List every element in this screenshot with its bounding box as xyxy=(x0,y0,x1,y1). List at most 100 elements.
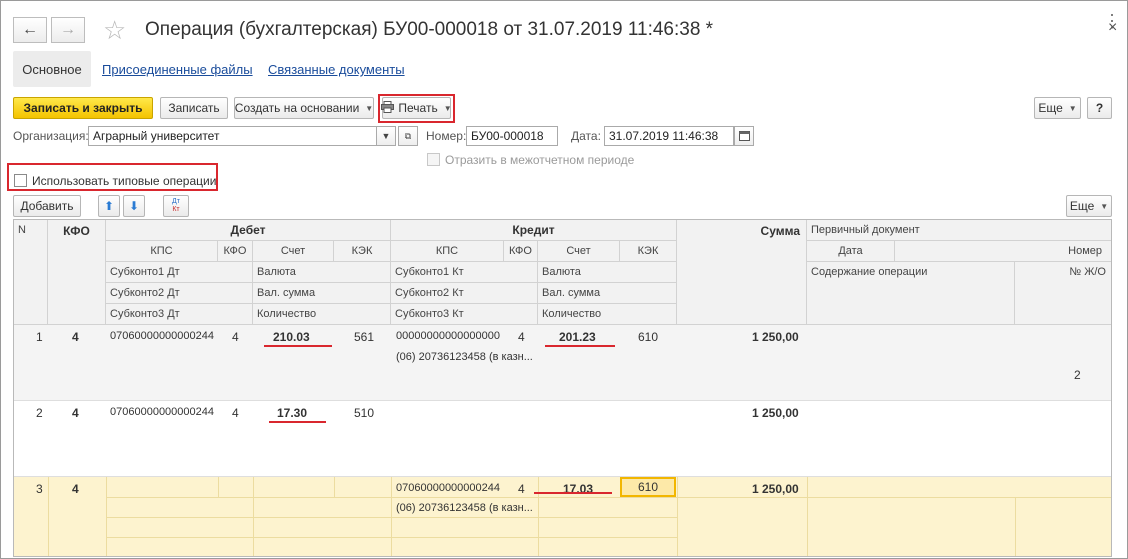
row2-n: 2 xyxy=(36,406,43,420)
row2-dt-kfo: 4 xyxy=(232,406,239,420)
row1-n: 1 xyxy=(36,330,43,344)
add-row-button[interactable]: Добавить xyxy=(13,195,81,217)
row1-kt-kek: 610 xyxy=(638,330,659,344)
row3-n: 3 xyxy=(36,482,43,496)
calendar-button[interactable] xyxy=(734,126,754,146)
grid-line xyxy=(1015,497,1016,556)
header-kt-kek: КЭК xyxy=(620,241,677,262)
arrow-up-icon: ⬆ xyxy=(103,199,115,213)
chevron-down-icon: ▼ xyxy=(381,131,391,141)
date-label: Дата: xyxy=(571,129,601,143)
row1-kfo: 4 xyxy=(72,330,79,344)
table-more-button[interactable]: Еще ▼ xyxy=(1066,195,1112,217)
create-based-on-button[interactable]: Создать на основании ▼ xyxy=(234,97,374,119)
header-kt-quantity: Количество xyxy=(538,304,677,325)
print-button[interactable]: Печать ▼ xyxy=(381,97,452,119)
swap-dt-kt-button[interactable]: Дт Кт xyxy=(163,195,189,217)
header-dt-cur-sum: Вал. сумма xyxy=(253,283,391,304)
row1-journal-no: 2 xyxy=(1074,368,1081,382)
arrow-down-icon: ⬇ xyxy=(128,199,140,213)
row1-kt-account: 201.23 xyxy=(559,330,596,344)
row2-sum: 1 250,00 xyxy=(752,406,799,420)
row2-dt-kps: 07060000000000244 xyxy=(110,406,215,418)
move-up-button[interactable]: ⬆ xyxy=(98,195,120,217)
row3-sum: 1 250,00 xyxy=(752,482,799,496)
row3-kt-kps: 07060000000000244 xyxy=(396,482,501,494)
row3-kt-kek[interactable]: 610 xyxy=(620,477,676,497)
star-icon[interactable]: ☆ xyxy=(103,16,126,44)
grid-line xyxy=(807,477,808,556)
header-n: N xyxy=(14,220,48,325)
organization-label: Организация: xyxy=(13,129,89,143)
header-dt-account: Счет xyxy=(253,241,334,262)
typical-ops-checkbox[interactable] xyxy=(14,174,27,187)
header-dt-kfo: КФО xyxy=(218,241,253,262)
row3-kfo: 4 xyxy=(72,482,79,496)
organization-field[interactable]: Аграрный университет xyxy=(88,126,377,146)
header-content: Содержание операции xyxy=(807,262,1015,325)
row2-dt-account-underline xyxy=(269,421,326,423)
header-primary-doc: Первичный документ xyxy=(807,220,1111,241)
move-down-button[interactable]: ⬇ xyxy=(123,195,145,217)
dt-label: Дт xyxy=(172,198,180,205)
interperiod-checkbox[interactable] xyxy=(427,153,440,166)
header-sum: Сумма xyxy=(677,220,807,325)
table-more-label: Еще xyxy=(1069,199,1095,213)
organization-dropdown[interactable]: ▼ xyxy=(376,126,396,146)
header-subkonto1-kt: Субконто1 Кт xyxy=(391,262,538,283)
number-label: Номер: xyxy=(426,129,467,143)
row1-kt-subkonto1: (06) 20736123458 (в казн... xyxy=(396,351,533,363)
kt-label: Кт xyxy=(172,206,180,213)
save-button[interactable]: Записать xyxy=(160,97,228,119)
row1-sum: 1 250,00 xyxy=(752,330,799,344)
header-subkonto2-kt: Субконто2 Кт xyxy=(391,283,538,304)
row1-kt-kfo: 4 xyxy=(518,330,525,344)
grid-line xyxy=(677,477,678,556)
header-dt-quantity: Количество xyxy=(253,304,391,325)
row1-dt-kfo: 4 xyxy=(232,330,239,344)
interperiod-label: Отразить в межотчетном периоде xyxy=(445,153,635,167)
row3-kt-subkonto1: (06) 20736123458 (в казн... xyxy=(396,502,533,514)
chevron-down-icon: ▼ xyxy=(365,103,374,113)
header-dt-kek: КЭК xyxy=(334,241,391,262)
forward-button[interactable]: → xyxy=(51,17,85,43)
header-dt-currency: Валюта xyxy=(253,262,391,283)
header-subkonto3-kt: Субконто3 Кт xyxy=(391,304,538,325)
header-journal-no: № Ж/О xyxy=(1015,262,1111,325)
header-kt-account: Счет xyxy=(538,241,620,262)
chevron-down-icon: ▼ xyxy=(1068,103,1077,113)
header-doc-number: Номер xyxy=(895,241,1111,262)
header-kfo: КФО xyxy=(48,220,106,325)
document-window: ← → ☆ Операция (бухгалтерская) БУ00-0000… xyxy=(0,0,1128,559)
save-and-close-button[interactable]: Записать и закрыть xyxy=(13,97,153,119)
grid-line xyxy=(106,497,1111,498)
row2-kfo: 4 xyxy=(72,406,79,420)
close-icon[interactable]: × xyxy=(1108,19,1117,37)
header-subkonto1-dt: Субконто1 Дт xyxy=(106,262,253,283)
more-button[interactable]: Еще ▼ xyxy=(1034,97,1081,119)
grid-line xyxy=(106,537,677,538)
header-doc-date: Дата xyxy=(807,241,895,262)
row1-dt-kek: 561 xyxy=(354,330,375,344)
help-button[interactable]: ? xyxy=(1087,97,1112,119)
calendar-icon xyxy=(738,130,750,143)
row1-kt-account-underline xyxy=(545,345,615,347)
header-subkonto3-dt: Субконто3 Дт xyxy=(106,304,253,325)
header-debit: Дебет xyxy=(106,220,391,241)
number-field[interactable]: БУ00-000018 xyxy=(466,126,558,146)
header-kt-kfo: КФО xyxy=(504,241,538,262)
create-based-on-label: Создать на основании xyxy=(234,101,360,115)
row2-dt-kek: 510 xyxy=(354,406,375,420)
tab-main[interactable]: Основное xyxy=(13,51,91,87)
header-dt-kps: КПС xyxy=(106,241,218,262)
tab-attached-files[interactable]: Присоединенные файлы xyxy=(102,62,253,77)
back-button[interactable]: ← xyxy=(13,17,47,43)
arrow-left-icon: ← xyxy=(22,21,38,38)
row2-dt-account: 17.30 xyxy=(277,406,308,420)
tab-related-documents[interactable]: Связанные документы xyxy=(268,62,405,77)
organization-open-button[interactable]: ⧉ xyxy=(398,126,418,146)
header-kt-kps: КПС xyxy=(391,241,504,262)
page-title: Операция (бухгалтерская) БУ00-000018 от … xyxy=(145,19,714,40)
header-kt-currency: Валюта xyxy=(538,262,677,283)
date-field[interactable]: 31.07.2019 11:46:38 xyxy=(604,126,734,146)
